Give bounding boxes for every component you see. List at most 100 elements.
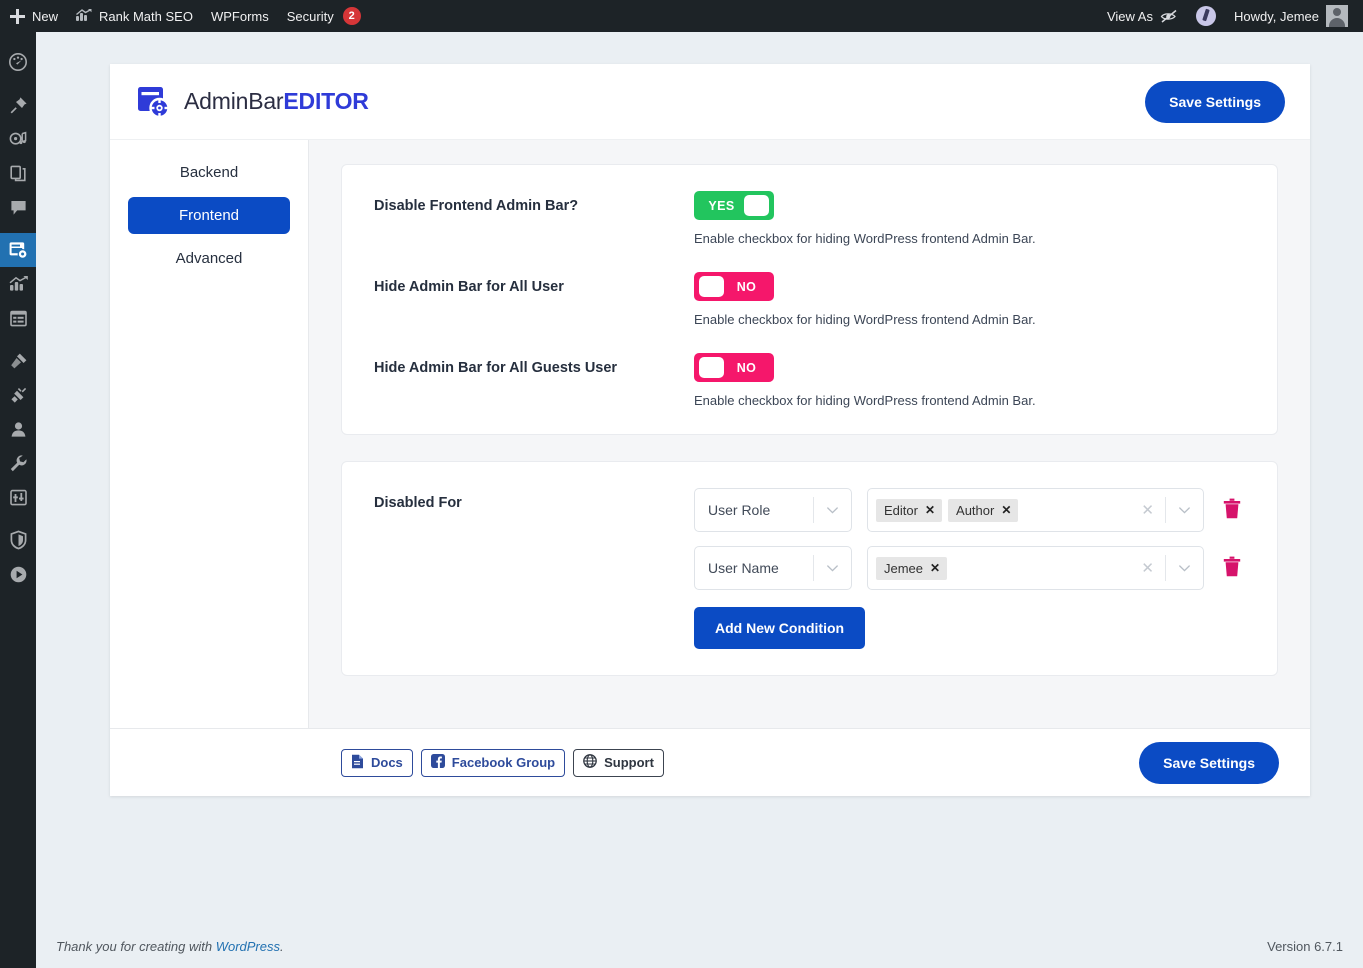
doc-icon (351, 754, 364, 772)
admin-bar-security[interactable]: Security 2 (278, 0, 370, 32)
facebook-group-link[interactable]: Facebook Group (420, 748, 566, 777)
user-icon (9, 420, 28, 439)
tab-frontend[interactable]: Frontend (128, 197, 290, 234)
field-disable-frontend-admin-bar: Disable Frontend Admin Bar? YES Enable c… (374, 191, 1245, 246)
sidebar-item-media[interactable] (0, 122, 36, 156)
toggle-disable-frontend-admin-bar[interactable]: YES (694, 191, 774, 220)
sidebar-item-security[interactable] (0, 523, 36, 557)
sidebar-item-appearance[interactable] (0, 344, 36, 378)
sidebar-item-pages[interactable] (0, 156, 36, 190)
sidebar-item-comments[interactable] (0, 190, 36, 224)
sidebar-item-users[interactable] (0, 412, 36, 446)
adminbar-editor-panel: AdminBarEDITOR Save Settings Backend Fro… (110, 64, 1310, 796)
sidebar-item-posts[interactable] (0, 88, 36, 122)
wordpress-link[interactable]: WordPress (216, 939, 280, 954)
wp-footer-thanks: Thank you for creating with WordPress. (56, 939, 284, 954)
support-link[interactable]: Support (573, 748, 664, 777)
admin-bar-view-as[interactable]: View As (1098, 0, 1187, 32)
wp-version-label: Version 6.7.1 (1267, 939, 1343, 954)
thanks-prefix: Thank you for creating with (56, 939, 216, 954)
admin-bar-new-label: New (32, 8, 59, 24)
admin-bar-wpforms-label: WPForms (210, 8, 269, 24)
plugin-logo: AdminBarEDITOR (136, 84, 369, 120)
docs-link[interactable]: Docs (341, 748, 413, 777)
tab-backend[interactable]: Backend (128, 154, 290, 191)
chevron-down-icon (813, 555, 851, 581)
admin-bar-my-account[interactable]: Howdy, Jemee (1225, 0, 1357, 32)
condition-type-select-2[interactable]: User Name (694, 546, 852, 590)
clear-all-icon[interactable]: ✕ (1130, 559, 1165, 577)
conditions-list: User Role Editor ✕ Author ✕ ✕ User Name … (694, 488, 1245, 649)
field-help-text: Enable checkbox for hiding WordPress fro… (694, 231, 1036, 246)
admin-bar-rank-math[interactable]: Rank Math SEO (67, 0, 202, 32)
delete-condition-button-1[interactable] (1219, 495, 1245, 525)
footer-links: Docs Facebook Group Support (341, 748, 664, 777)
chip-remove-icon[interactable]: ✕ (1001, 503, 1011, 517)
toggle-knob (699, 276, 724, 297)
field-hide-admin-bar-all-guests: Hide Admin Bar for All Guests User NO En… (374, 353, 1245, 408)
trash-icon (1223, 556, 1241, 580)
frontend-toggles-panel: Disable Frontend Admin Bar? YES Enable c… (341, 164, 1278, 435)
save-settings-button-bottom[interactable]: Save Settings (1139, 741, 1279, 784)
condition-type-select-1[interactable]: User Role (694, 488, 852, 532)
wp-admin-bar: New Rank Math SEO WPForms Security 2 Vie… (0, 0, 1363, 32)
sidebar-item-adminbar-editor[interactable] (0, 233, 44, 267)
plugin-footer: Docs Facebook Group Support Save Setting… (110, 728, 1310, 796)
add-new-condition-button[interactable]: Add New Condition (694, 607, 866, 649)
condition-values-multiselect-1[interactable]: Editor ✕ Author ✕ ✕ (867, 488, 1204, 532)
value-chip: Author ✕ (948, 498, 1019, 522)
admin-bar-wpforms[interactable]: WPForms (202, 0, 278, 32)
sidebar-item-player[interactable] (0, 557, 36, 591)
avatar (1326, 5, 1348, 27)
security-badge-count: 2 (342, 7, 361, 25)
value-chip: Jemee ✕ (876, 556, 948, 580)
sliders-icon (9, 488, 28, 507)
sidebar-item-analytics[interactable] (0, 267, 36, 301)
chevron-down-icon[interactable] (1165, 497, 1203, 523)
sidebar-item-dashboard[interactable] (0, 45, 36, 79)
value-chip: Editor ✕ (876, 498, 943, 522)
sidebar-item-tools[interactable] (0, 446, 36, 480)
sidebar-item-forms[interactable] (0, 301, 36, 335)
trash-icon (1223, 498, 1241, 522)
dashboard-icon (8, 52, 28, 72)
condition-row: User Name Jemee ✕ ✕ (694, 546, 1245, 590)
chevron-down-icon[interactable] (1165, 555, 1203, 581)
adminbar-editor-logo (136, 84, 172, 120)
chip-remove-icon[interactable]: ✕ (930, 561, 940, 575)
clear-all-icon[interactable]: ✕ (1130, 501, 1165, 519)
toggle-hide-admin-bar-all-guests[interactable]: NO (694, 353, 774, 382)
delete-condition-button-2[interactable] (1219, 553, 1245, 583)
wp-body: AdminBarEDITOR Save Settings Backend Fro… (36, 32, 1363, 968)
media-icon (9, 130, 28, 149)
user-switch-avatar (1195, 6, 1216, 26)
condition-row: User Role Editor ✕ Author ✕ ✕ (694, 488, 1245, 532)
admin-bar-new[interactable]: New (0, 0, 67, 32)
sidebar-item-plugins[interactable] (0, 378, 36, 412)
plug-icon (9, 386, 28, 405)
tab-advanced[interactable]: Advanced (128, 240, 290, 277)
docs-link-label: Docs (371, 755, 403, 770)
plus-icon (10, 8, 25, 24)
brand-second: EDITOR (283, 88, 369, 114)
comment-icon (9, 198, 28, 217)
admin-bar-user-switch[interactable] (1187, 0, 1225, 32)
field-disabled-for: Disabled For User Role Editor ✕ Author ✕… (374, 488, 1245, 649)
chip-label: Author (956, 502, 995, 518)
chip-remove-icon[interactable]: ✕ (925, 503, 935, 517)
admin-bar-left-group: New Rank Math SEO WPForms Security 2 (0, 0, 370, 32)
admin-bar-security-label: Security (286, 8, 334, 24)
field-label: Hide Admin Bar for All Guests User (374, 360, 618, 376)
condition-type-value: User Name (708, 560, 779, 576)
toggle-knob (744, 195, 769, 216)
field-control: NO Enable checkbox for hiding WordPress … (694, 353, 1245, 408)
save-settings-button-top[interactable]: Save Settings (1145, 80, 1285, 123)
condition-values-multiselect-2[interactable]: Jemee ✕ ✕ (867, 546, 1204, 590)
sidebar-item-settings[interactable] (0, 480, 36, 514)
toggle-hide-admin-bar-all-users[interactable]: NO (694, 272, 774, 301)
plugin-body: Backend Frontend Advanced Disable Fronte… (110, 140, 1310, 728)
support-link-label: Support (604, 755, 654, 770)
howdy-label: Howdy, Jemee (1233, 8, 1319, 24)
globe-icon (583, 754, 597, 771)
disabled-for-label: Disabled For (374, 495, 462, 511)
